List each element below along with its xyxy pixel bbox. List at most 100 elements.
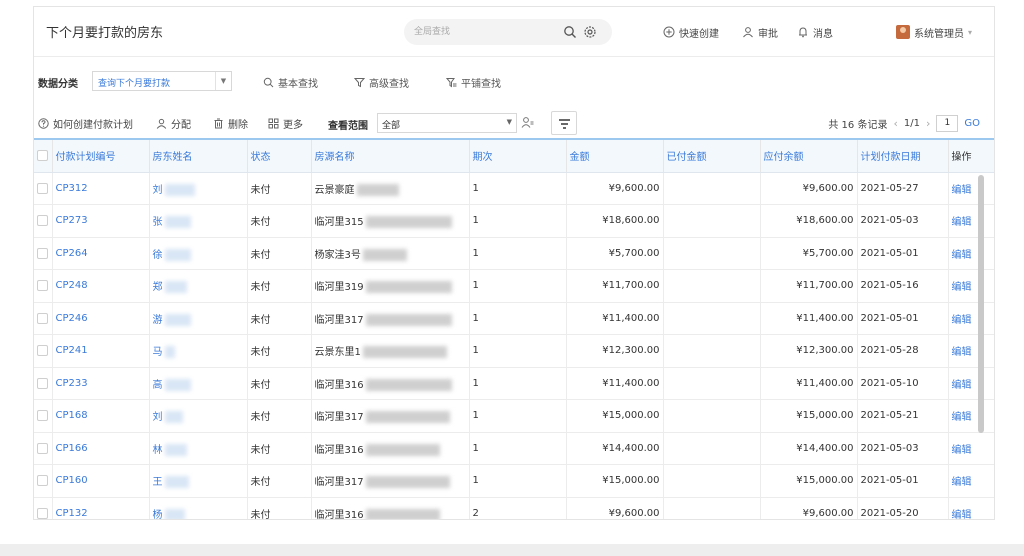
- chevron-left-icon[interactable]: ‹: [893, 117, 897, 130]
- payment-plan-link[interactable]: CP273: [56, 215, 88, 226]
- payment-plan-code[interactable]: CP166: [52, 432, 150, 465]
- column-header[interactable]: 计划付款日期: [857, 139, 949, 173]
- vertical-scrollbar[interactable]: [978, 175, 984, 433]
- tiled-search-label: 平铺查找: [461, 79, 501, 90]
- payment-plan-link[interactable]: CP168: [56, 410, 88, 421]
- messages-button[interactable]: 消息: [797, 23, 833, 41]
- table-row[interactable]: CP312 刘未付 云景豪庭 1 ¥9,600.00 ¥9,600.00 2021-05-2…: [34, 172, 994, 205]
- payment-plan-code[interactable]: CP241: [52, 334, 150, 368]
- user-filter-icon[interactable]: [521, 116, 534, 129]
- table-row[interactable]: CP168 刘未付 临河里317 1 ¥15,000.00 ¥15,000.00 2021-…: [34, 399, 994, 433]
- more-button[interactable]: 更多: [268, 116, 303, 131]
- user-menu[interactable]: 系统管理员 ▾: [896, 23, 972, 41]
- payment-plan-link[interactable]: CP246: [56, 313, 88, 324]
- row-checkbox[interactable]: [34, 497, 53, 519]
- row-checkbox[interactable]: [34, 204, 53, 238]
- edit-link[interactable]: 编辑: [952, 510, 972, 519]
- table-row[interactable]: CP160 王未付 临河里317 1 ¥15,000.00 ¥15,000.00 2021-…: [34, 464, 994, 498]
- edit-link[interactable]: 编辑: [952, 347, 972, 358]
- landlord-name: 高: [149, 367, 248, 400]
- column-header[interactable]: 期次: [469, 139, 567, 173]
- house-name-text: 临河里316: [314, 379, 364, 391]
- column-header[interactable]: 房源名称: [311, 139, 470, 173]
- landlord-name: 游: [149, 302, 248, 335]
- payment-plan-code[interactable]: CP233: [52, 367, 150, 400]
- filter-toggle-button[interactable]: [551, 111, 577, 135]
- edit-link[interactable]: 编辑: [952, 445, 972, 456]
- payment-plan-link[interactable]: CP264: [56, 248, 88, 259]
- edit-link[interactable]: 编辑: [952, 282, 972, 293]
- table-row[interactable]: CP264 徐未付 杨家洼3号 1 ¥5,700.00 ¥5,700.00 2021-05-…: [34, 237, 994, 270]
- payment-plan-link[interactable]: CP248: [56, 280, 88, 291]
- edit-link[interactable]: 编辑: [952, 477, 972, 488]
- column-header[interactable]: 房东姓名: [149, 139, 248, 173]
- row-checkbox[interactable]: [34, 269, 53, 303]
- payment-plan-code[interactable]: CP246: [52, 302, 150, 335]
- table-row[interactable]: CP248 郑未付 临河里319 1 ¥11,700.00 ¥11,700.00 2021-…: [34, 269, 994, 303]
- period-cell: 2: [469, 497, 567, 519]
- payment-plan-code[interactable]: CP160: [52, 464, 150, 498]
- column-header[interactable]: 状态: [247, 139, 312, 173]
- paid-amount-cell: [663, 237, 761, 270]
- row-checkbox[interactable]: [34, 334, 53, 368]
- landlord-name: 杨: [149, 497, 248, 519]
- payment-plan-link[interactable]: CP233: [56, 378, 88, 389]
- select-all-checkbox[interactable]: [34, 139, 53, 173]
- edit-link[interactable]: 编辑: [952, 250, 972, 261]
- search-input[interactable]: [414, 23, 544, 41]
- scope-select[interactable]: 全部 ▼: [377, 113, 517, 133]
- table-row[interactable]: CP273 张未付 临河里315 1 ¥18,600.00 ¥18,600.00 2021-…: [34, 204, 994, 238]
- table-row[interactable]: CP132 杨未付 临河里316 2 ¥9,600.00 ¥9,600.00 2021-05…: [34, 497, 994, 519]
- row-checkbox[interactable]: [34, 237, 53, 270]
- basic-search-button[interactable]: 基本查找: [263, 75, 318, 90]
- redacted-block: [164, 346, 175, 359]
- table-row[interactable]: CP233 高未付 临河里316 1 ¥11,400.00 ¥11,400.00 2021-…: [34, 367, 994, 400]
- status-cell: 未付: [247, 269, 312, 303]
- edit-link[interactable]: 编辑: [952, 185, 972, 196]
- payment-plan-link[interactable]: CP312: [56, 183, 88, 194]
- column-header[interactable]: 已付金额: [663, 139, 761, 173]
- row-checkbox[interactable]: [34, 464, 53, 498]
- bell-icon: [799, 27, 807, 38]
- quick-create-button[interactable]: 快速创建: [663, 23, 719, 41]
- row-checkbox[interactable]: [34, 302, 53, 335]
- payment-plan-code[interactable]: CP132: [52, 497, 150, 519]
- edit-link[interactable]: 编辑: [952, 412, 972, 423]
- column-header[interactable]: 金额: [566, 139, 664, 173]
- column-header[interactable]: 付款计划编号: [52, 139, 150, 173]
- table-row[interactable]: CP241 马未付 云景东里1 1 ¥12,300.00 ¥12,300.00 2021-0…: [34, 334, 994, 368]
- row-checkbox[interactable]: [34, 432, 53, 465]
- go-button[interactable]: GO: [964, 118, 980, 129]
- assign-button[interactable]: 分配: [156, 116, 191, 131]
- edit-link[interactable]: 编辑: [952, 315, 972, 326]
- advanced-search-button[interactable]: 高级查找: [354, 75, 409, 90]
- payment-plan-code[interactable]: CP273: [52, 204, 150, 238]
- payment-plan-code[interactable]: CP264: [52, 237, 150, 270]
- search-icon[interactable]: [563, 25, 577, 39]
- row-checkbox[interactable]: [34, 172, 53, 205]
- payment-plan-link[interactable]: CP132: [56, 508, 88, 519]
- payment-plan-code[interactable]: CP312: [52, 172, 150, 205]
- row-checkbox[interactable]: [34, 367, 53, 400]
- page-number-input[interactable]: 1: [936, 115, 959, 132]
- payment-plan-link[interactable]: CP241: [56, 345, 88, 356]
- payment-plan-link[interactable]: CP166: [56, 443, 88, 454]
- category-select[interactable]: 查询下个月要打款 ▼: [92, 71, 232, 91]
- payment-plan-link[interactable]: CP160: [56, 475, 88, 486]
- table-row[interactable]: CP246 游未付 临河里317 1 ¥11,400.00 ¥11,400.00 2021-…: [34, 302, 994, 335]
- payment-plan-code[interactable]: CP248: [52, 269, 150, 303]
- column-header[interactable]: 应付余额: [760, 139, 858, 173]
- delete-button[interactable]: 删除: [213, 116, 248, 131]
- row-checkbox[interactable]: [34, 399, 53, 433]
- gear-icon[interactable]: [583, 25, 597, 39]
- table-row[interactable]: CP166 林未付 临河里316 1 ¥14,400.00 ¥14,400.00 2021-…: [34, 432, 994, 465]
- category-value: 查询下个月要打款: [98, 79, 171, 89]
- how-to-link[interactable]: 如何创建付款计划: [38, 116, 133, 131]
- payment-plan-code[interactable]: CP168: [52, 399, 150, 433]
- chevron-right-icon[interactable]: ›: [926, 117, 930, 130]
- house-name: 云景豪庭: [311, 172, 470, 205]
- tiled-search-button[interactable]: 平铺查找: [446, 75, 501, 90]
- approve-button[interactable]: 审批: [742, 23, 778, 41]
- edit-link[interactable]: 编辑: [952, 380, 972, 391]
- edit-link[interactable]: 编辑: [952, 217, 972, 228]
